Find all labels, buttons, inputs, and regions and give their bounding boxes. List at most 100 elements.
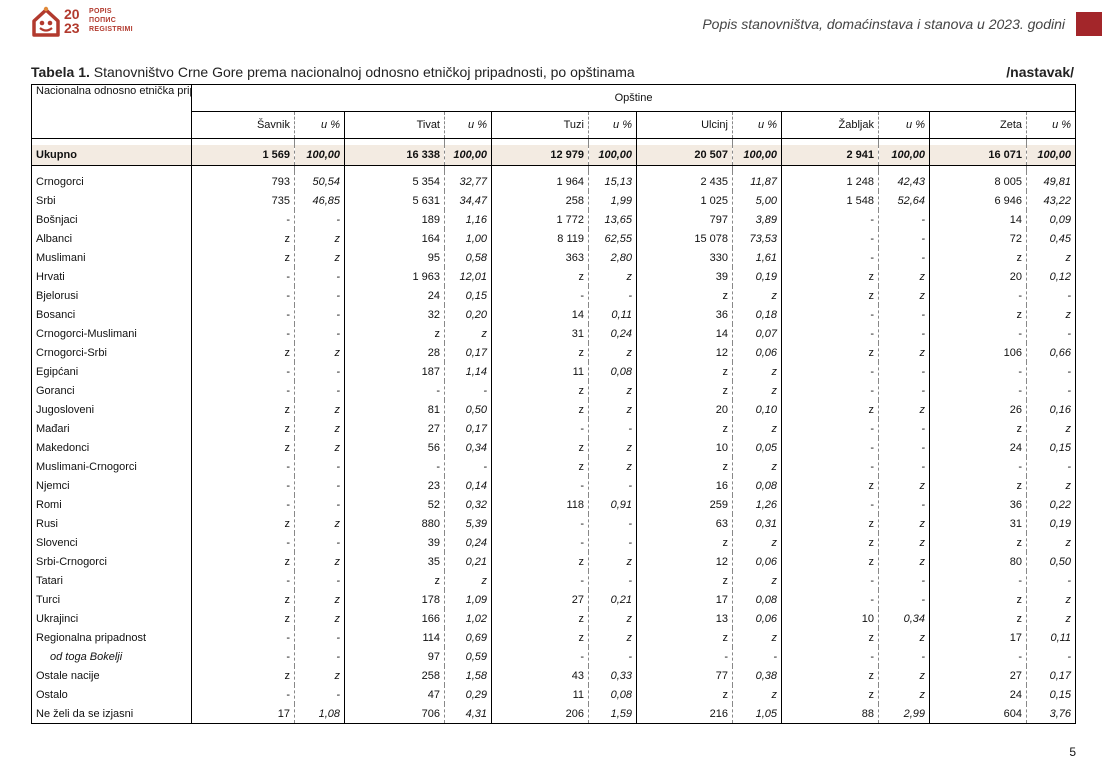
row-label: Regionalna pripadnost [31,628,192,647]
count-cell: - [781,457,879,476]
count-cell: - [929,324,1027,343]
total-row: Ukupno 1 569 100,00 16 338 100,00 12 979 100,0… [31,145,1076,166]
count-cell: 43 [491,666,589,685]
percent-cell: z [588,343,637,362]
percent-cell: - [294,210,345,229]
percent-cell: z [732,628,782,647]
count-cell: z [781,476,879,495]
row-label: Crnogorci-Srbi [31,343,192,362]
count-cell: z [344,571,445,590]
count-cell: 17 [277,707,290,720]
percent-cell: z [588,628,637,647]
count-cell: 20 507 [636,145,733,166]
count-cell: z [284,422,291,435]
percent-cell: 5,00 [732,191,782,210]
percent-cell: - [1025,647,1076,666]
percent-cell: 0,19 [732,267,782,286]
percent-cell: - [294,286,345,305]
percent-cell: 100,00 [878,145,930,166]
percent-cell: 0,59 [444,647,492,666]
percent-cell: 4,31 [444,704,492,724]
count-cell: - [929,571,1027,590]
percent-cell: 0,24 [588,324,637,343]
table-row: Jugosloveni z z 81 0,50 z z 20 0,10 z z 26 0,16 [31,400,1076,419]
percent-header: u % [294,111,345,139]
percent-cell: 100,00 [1025,145,1076,166]
percent-cell: 1,58 [444,666,492,685]
count-cell: - [781,229,879,248]
row-label: od toga Bokelji [31,647,192,666]
table-row: Egipćani - -187 1,14 11 0,08 z z - - - - [31,362,1076,381]
count-cell: z [636,381,733,400]
percent-cell: - [1025,324,1076,343]
count-cell: z [284,232,291,245]
percent-cell: 0,11 [1025,628,1076,647]
count-cell: z [929,609,1027,628]
count-cell: 26 [929,400,1027,419]
count-cell: - [286,289,290,302]
percent-header: u % [1025,111,1076,139]
percent-cell: - [294,305,345,324]
count-cell: z [636,685,733,704]
percent-cell: - [878,381,930,400]
count-cell: - [491,647,589,666]
census-logo: 20 23 POPIS ПОПИС REGISTRIMI [31,5,151,43]
percent-cell: - [294,647,345,666]
percent-cell: 0,16 [1025,400,1076,419]
percent-cell: 3,89 [732,210,782,229]
table-row: Srbi 735 46,85 5 631 34,47 258 1,99 1 025 5,00 1 … [31,191,1076,210]
count-cell: 2 435 [636,172,733,191]
percent-cell: z [878,533,930,552]
percent-cell: 0,24 [444,533,492,552]
percent-cell: 0,33 [588,666,637,685]
row-label: Tatari [31,571,192,590]
count-cell: 164 [344,229,445,248]
row-label: Crnogorci-Muslimani [31,324,192,343]
table-row: Ukrajinci z z 166 1,02 z z 13 0,06 10 0,34 z z [31,609,1076,628]
percent-cell: 0,05 [732,438,782,457]
count-cell: 793 [271,175,290,188]
count-cell: 258 [344,666,445,685]
count-cell: - [929,381,1027,400]
logo-words: POPIS ПОПИС REGISTRIMI [89,8,133,33]
percent-cell: - [294,685,345,704]
percent-cell: z [1025,248,1076,267]
percent-cell: 0,34 [444,438,492,457]
row-label: Njemci [31,476,192,495]
logo-year: 20 23 [64,6,80,36]
percent-cell: z [588,381,637,400]
percent-cell: 50,54 [294,172,345,191]
percent-cell: z [878,685,930,704]
count-cell: - [929,362,1027,381]
count-cell: z [491,438,589,457]
count-cell: 118 [491,495,589,514]
count-cell: 24 [929,685,1027,704]
percent-cell: 13,65 [588,210,637,229]
percent-cell: 100,00 [444,145,492,166]
row-label: Srbi-Crnogorci [31,552,192,571]
percent-cell: - [588,476,637,495]
percent-cell: z [1025,305,1076,324]
count-cell: 1 772 [491,210,589,229]
percent-cell: z [294,609,345,628]
count-cell: 187 [344,362,445,381]
count-cell: z [929,419,1027,438]
percent-cell: 0,19 [1025,514,1076,533]
percent-cell: - [1025,362,1076,381]
count-cell: - [286,650,290,663]
percent-cell: 34,47 [444,191,492,210]
count-cell: 27 [491,590,589,609]
percent-cell: z [878,267,930,286]
percent-cell: z [732,286,782,305]
percent-cell: z [294,248,345,267]
count-cell: z [284,593,291,606]
percent-cell: z [732,381,782,400]
percent-cell: 1,61 [732,248,782,267]
count-cell: - [286,536,290,549]
count-cell: z [284,555,291,568]
percent-cell: z [732,685,782,704]
count-cell: 880 [344,514,445,533]
row-header: Nacionalna odnosno etnička pripadnost [31,84,192,139]
count-cell: - [636,647,733,666]
count-cell: 14 [929,210,1027,229]
